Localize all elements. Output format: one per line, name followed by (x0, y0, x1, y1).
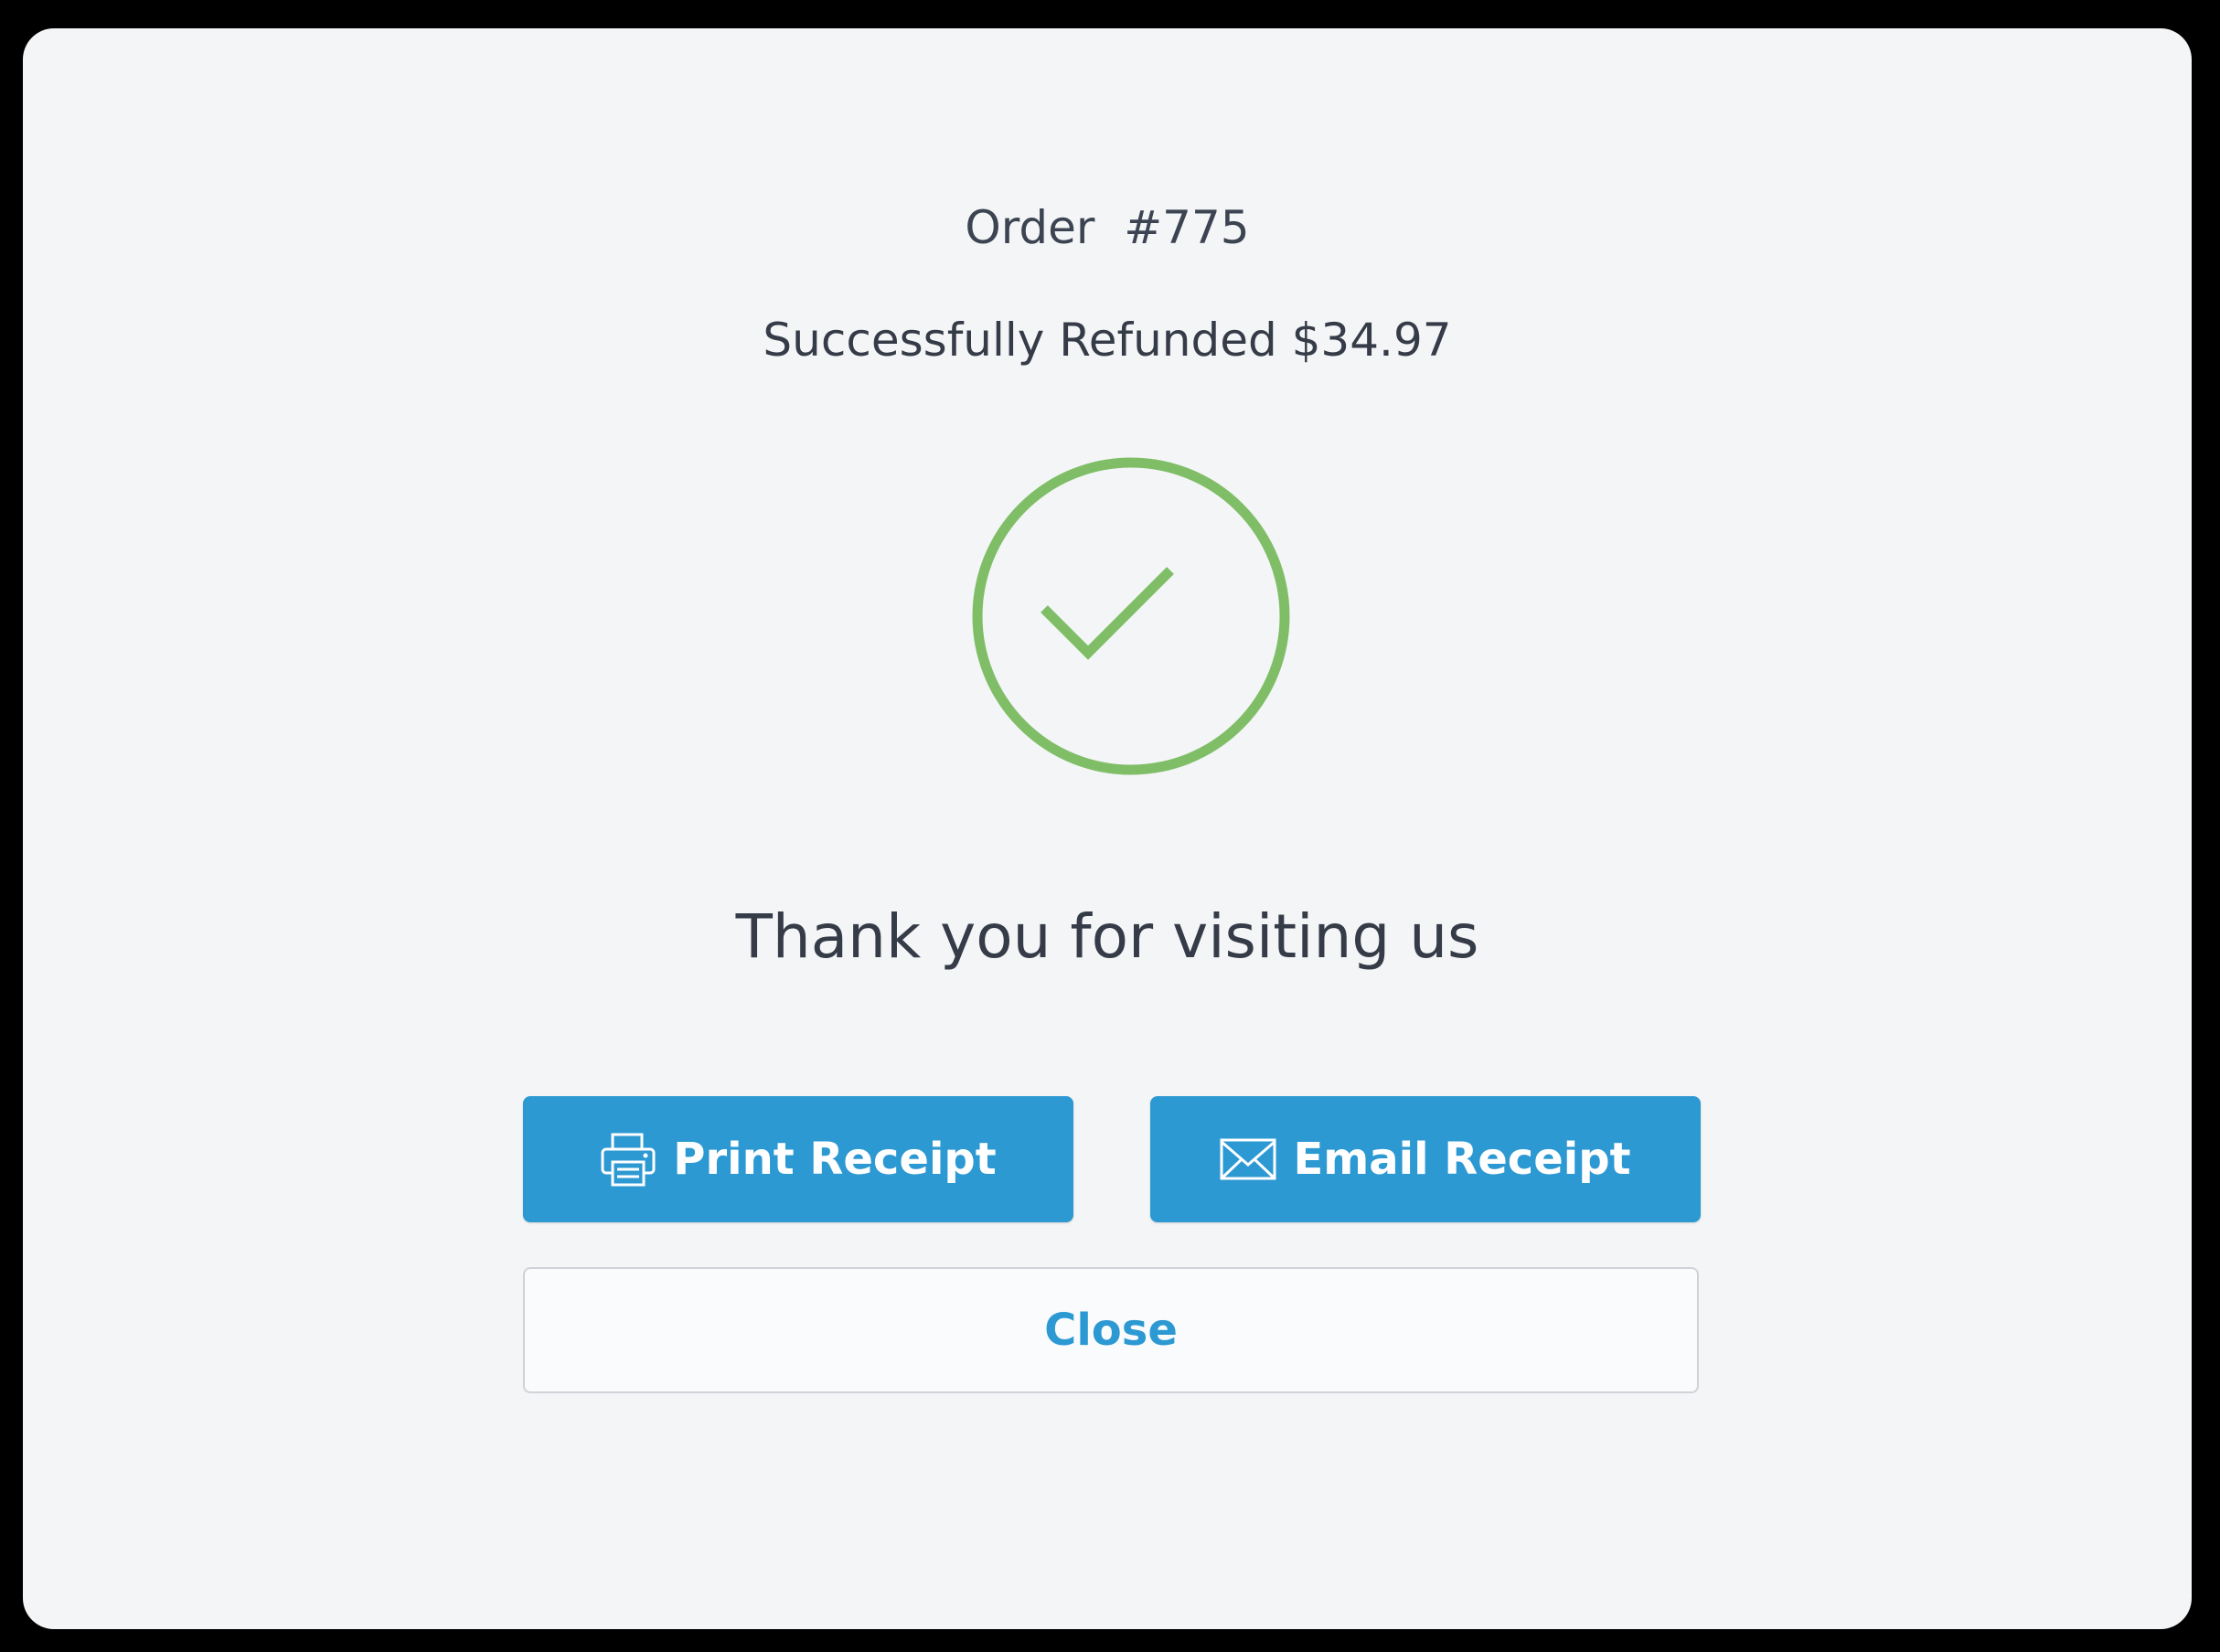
close-button[interactable]: Close (523, 1267, 1699, 1393)
checkmark-circle-icon (972, 457, 1290, 775)
printer-icon (600, 1131, 656, 1188)
order-number: Order #775 (965, 201, 1250, 254)
envelope-icon (1220, 1138, 1276, 1180)
print-receipt-label: Print Receipt (673, 1134, 997, 1185)
email-receipt-label: Email Receipt (1293, 1134, 1631, 1185)
refund-status-message: Successfully Refunded $34.97 (763, 314, 1452, 367)
refund-confirmation-screen: Order #775 Successfully Refunded $34.97 … (23, 28, 2192, 1629)
print-receipt-button[interactable]: Print Receipt (523, 1096, 1073, 1222)
thank-you-message: Thank you for visiting us (735, 901, 1479, 972)
close-label: Close (1044, 1305, 1178, 1356)
email-receipt-button[interactable]: Email Receipt (1150, 1096, 1701, 1222)
